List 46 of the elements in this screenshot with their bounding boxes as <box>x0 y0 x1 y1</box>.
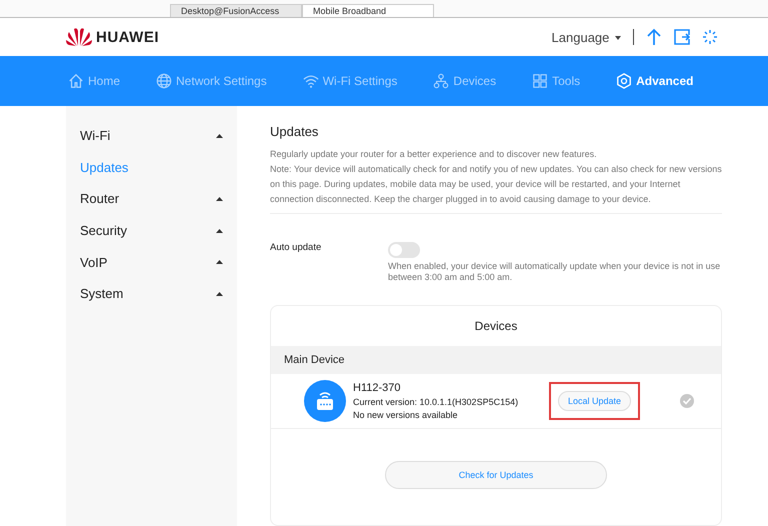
browser-tab[interactable]: Mobile Broadband <box>302 4 434 17</box>
router-icon <box>304 380 346 422</box>
caret-icon <box>216 134 223 138</box>
sidebar-item[interactable]: Wi-Fi <box>66 120 237 152</box>
update-status: No new versions available <box>353 410 459 420</box>
device-version: Current version: 10.0.1.1(H302SP5C154) <box>353 397 520 407</box>
home-icon <box>68 73 84 89</box>
nav-tab[interactable]: Home <box>68 73 120 89</box>
sidebar-item[interactable]: System <box>66 278 237 310</box>
caret-icon <box>216 260 223 264</box>
caret-icon <box>615 36 621 40</box>
caret-icon <box>216 196 223 201</box>
logo-icon <box>66 27 92 47</box>
sidebar-item[interactable]: VoIP <box>66 246 237 278</box>
sidebar-item[interactable]: Router <box>66 183 237 215</box>
auto-update-toggle[interactable] <box>388 242 420 258</box>
sidebar-item[interactable]: Security <box>66 214 237 246</box>
globe-icon <box>156 73 172 89</box>
auto-update-label: Auto update <box>270 242 322 255</box>
nav-tab[interactable]: Devices <box>433 73 496 89</box>
check-updates-button[interactable]: Check for Updates <box>385 461 607 489</box>
sidebar-item[interactable]: Updates <box>66 152 237 184</box>
section-header: Main Device <box>271 346 721 374</box>
brand-name: HUAWEI <box>96 28 159 46</box>
card-title: Devices <box>474 318 518 335</box>
upload-icon[interactable] <box>646 28 662 46</box>
local-update-button[interactable]: Local Update <box>558 391 632 411</box>
grid-icon <box>532 73 548 89</box>
page-title: Updates <box>270 124 320 139</box>
loading-icon[interactable] <box>702 29 718 45</box>
auto-update-hint: When enabled, your device will automatically update when your device is not in use between 3:00 am and 5:00 am. <box>388 261 722 283</box>
caret-icon <box>216 292 223 296</box>
caret-icon <box>216 228 223 233</box>
logout-icon[interactable] <box>674 29 690 45</box>
settings-icon <box>616 73 632 89</box>
language-menu[interactable]: Language <box>552 30 621 44</box>
nav-tab[interactable]: Advanced <box>616 73 694 89</box>
wifi-icon <box>302 73 319 89</box>
description-text: Regularly update your router for a better experience and to discover new features. <box>270 148 598 161</box>
network-icon <box>433 73 450 89</box>
nav-tab[interactable]: Network Settings <box>156 73 267 89</box>
browser-tab[interactable]: Desktop@FusionAccess <box>170 4 302 17</box>
device-model: H112-370 <box>353 382 402 394</box>
description-text: Note: Your device will automatically check for and notify you of new updates. You can also check for new versions on this page. During updates, mobile data may be used, your device will be restarted, and your Internet connection disconnected. Keep the charger plugged in to avoid causing damage to your device. <box>270 163 722 206</box>
nav-tab[interactable]: Wi-Fi Settings <box>302 73 398 89</box>
nav-tab[interactable]: Tools <box>532 73 580 89</box>
